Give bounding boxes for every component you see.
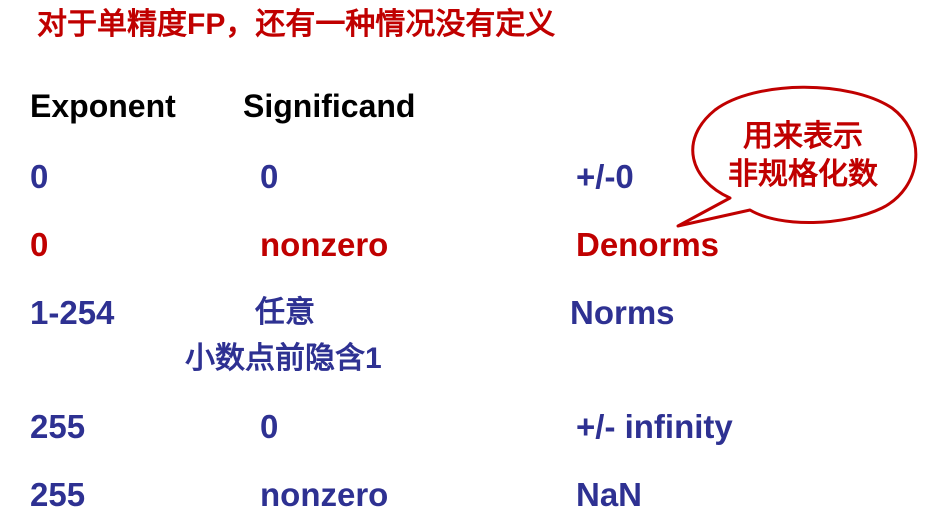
slide-title: 对于单精度FP，还有一种情况没有定义: [37, 8, 556, 41]
row-exponent: 0: [30, 226, 49, 263]
row-significand: 0: [260, 408, 279, 445]
callout-text: 用来表示 非规格化数: [708, 118, 898, 194]
callout-bubble: 用来表示 非规格化数: [660, 80, 930, 240]
row-meaning: Norms: [570, 294, 675, 331]
row-meaning: NaN: [576, 476, 643, 513]
header-significand: Significand: [243, 88, 416, 124]
row-exponent: 255: [30, 408, 86, 445]
row-significand: nonzero: [260, 226, 389, 263]
row-significand: 0: [260, 158, 279, 195]
row-exponent: 0: [30, 158, 49, 195]
row-meaning: +/-0: [576, 158, 634, 195]
row-significand: 任意: [255, 296, 315, 329]
row-meaning: +/- infinity: [576, 408, 733, 445]
row-note: 小数点前隐含1: [185, 342, 382, 375]
row-significand: nonzero: [260, 476, 389, 513]
row-exponent: 1-254: [30, 294, 115, 331]
header-exponent: Exponent: [30, 88, 176, 124]
callout-line-2: 非规格化数: [728, 158, 878, 191]
callout-line-1: 用来表示: [743, 120, 863, 153]
row-exponent: 255: [30, 476, 86, 513]
